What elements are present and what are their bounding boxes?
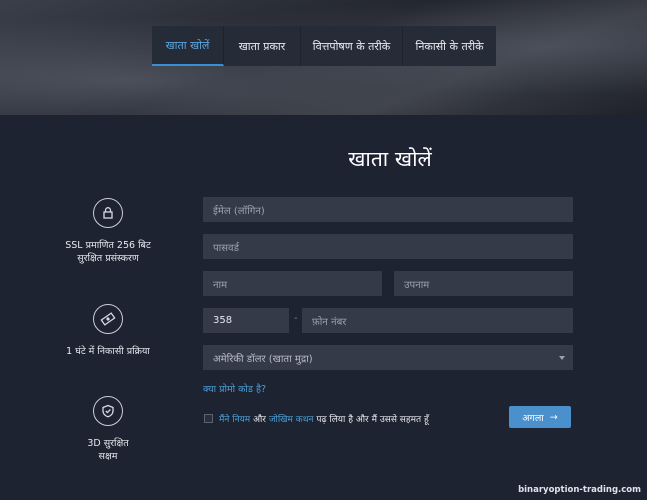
money-icon bbox=[93, 304, 123, 334]
arrow-right-icon: → bbox=[549, 411, 558, 423]
feature-withdrawal: 1 घंटे में निकासी प्रक्रिया bbox=[48, 304, 168, 358]
email-field[interactable]: ईमेल (लॉगिन) bbox=[203, 197, 573, 222]
tab-bar: खाता खोलें खाता प्रकार वित्तपोषण के तरीक… bbox=[152, 26, 496, 66]
feature-withdrawal-text: 1 घंटे में निकासी प्रक्रिया bbox=[66, 346, 150, 357]
tab-funding-methods[interactable]: वित्तपोषण के तरीके bbox=[301, 26, 403, 66]
phone-field[interactable]: फ़ोन नंबर bbox=[302, 308, 573, 333]
tab-withdrawal-methods[interactable]: निकासी के तरीके bbox=[403, 26, 496, 66]
risk-statement-link[interactable]: जोखिम कथन bbox=[269, 415, 314, 425]
page-title: खाता खोलें bbox=[348, 147, 432, 171]
first-name-field[interactable]: नाम bbox=[203, 271, 382, 296]
rules-link[interactable]: नियम bbox=[232, 415, 250, 425]
consent-and: और bbox=[253, 415, 266, 425]
feature-ssl-text: SSL प्रमाणित 256 बिट सुरक्षित प्रसंस्करण bbox=[65, 240, 151, 264]
currency-select[interactable]: अमेरिकी डॉलर (खाता मुद्रा) bbox=[203, 345, 573, 370]
currency-selected-value: अमेरिकी डॉलर (खाता मुद्रा) bbox=[213, 353, 313, 365]
password-field[interactable]: पासवर्ड bbox=[203, 234, 573, 259]
consent-suffix: पढ़ लिया है और मैं उससे सहमत हूँ bbox=[316, 415, 429, 425]
tab-account-types[interactable]: खाता प्रकार bbox=[224, 26, 301, 66]
next-button-label: अगला bbox=[522, 412, 544, 424]
consent-prefix: मैंने bbox=[219, 415, 230, 425]
phone-separator: - bbox=[294, 313, 298, 324]
shield-icon bbox=[93, 396, 123, 426]
terms-checkbox[interactable] bbox=[204, 414, 213, 423]
watermark: binaryoption-trading.com bbox=[518, 485, 641, 495]
country-code-field[interactable]: 358 bbox=[203, 308, 289, 333]
feature-3d-secure-text: 3D सुरक्षित सक्षम bbox=[87, 438, 129, 462]
tab-open-account[interactable]: खाता खोलें bbox=[152, 26, 224, 66]
feature-3d-secure: 3D सुरक्षित सक्षम bbox=[48, 396, 168, 463]
terms-consent-text: मैंने नियम और जोखिम कथन पढ़ लिया है और म… bbox=[219, 412, 429, 425]
promo-code-link[interactable]: क्या प्रोमो कोड है? bbox=[203, 382, 266, 395]
last-name-field[interactable]: उपनाम bbox=[394, 271, 573, 296]
lock-icon bbox=[93, 198, 123, 228]
chevron-down-icon bbox=[559, 356, 565, 360]
feature-ssl: SSL प्रमाणित 256 बिट सुरक्षित प्रसंस्करण bbox=[48, 198, 168, 265]
next-button[interactable]: अगला → bbox=[509, 406, 571, 428]
